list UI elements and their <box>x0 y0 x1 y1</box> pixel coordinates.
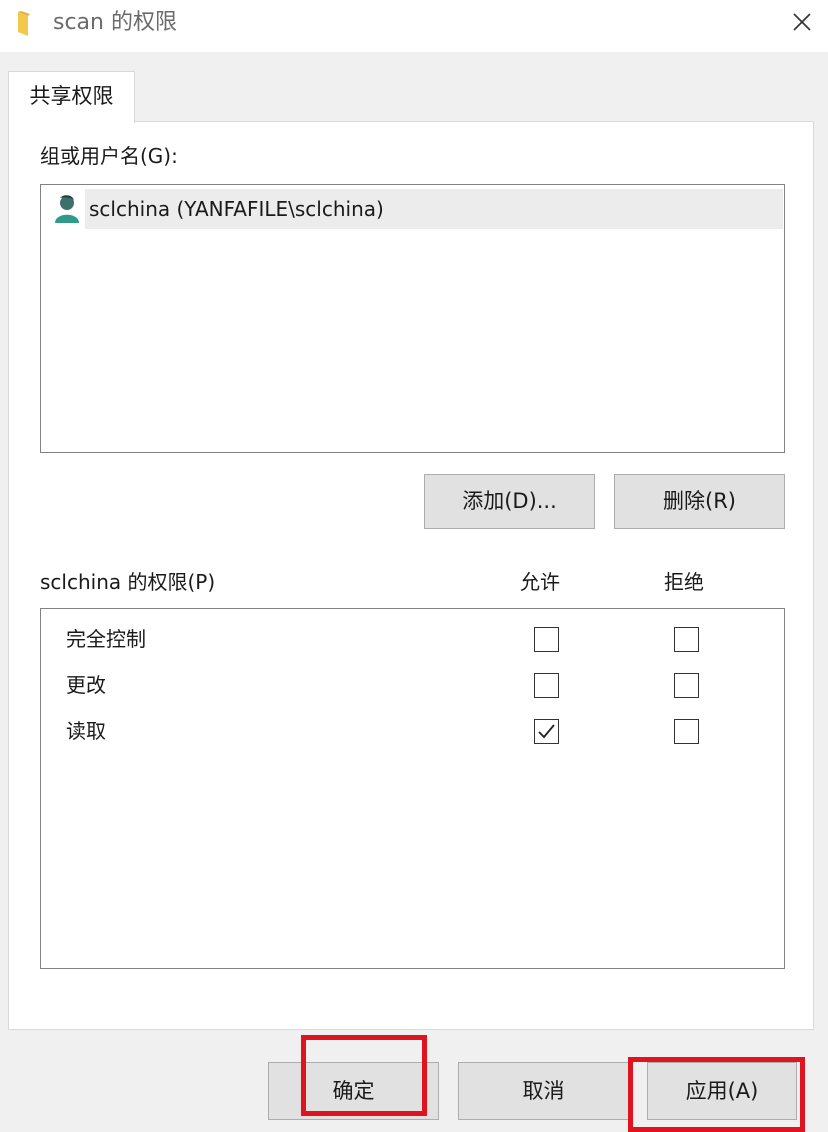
permissions-list <box>40 608 785 969</box>
allow-column-header: 允许 <box>520 570 560 594</box>
user-name: sclchina (YANFAFILE\sclchina) <box>89 197 384 221</box>
change-deny-checkbox[interactable] <box>674 673 699 698</box>
change-allow-checkbox[interactable] <box>534 673 559 698</box>
list-item-user[interactable]: sclchina (YANFAFILE\sclchina) <box>43 189 783 229</box>
user-icon <box>55 195 79 223</box>
ok-button[interactable]: 确定 <box>268 1062 439 1120</box>
checkmark-icon <box>538 724 555 739</box>
window-title: scan 的权限 <box>53 10 177 35</box>
add-button[interactable]: 添加(D)... <box>424 474 595 529</box>
title-bar: scan 的权限 <box>0 0 828 52</box>
close-button[interactable] <box>780 4 824 44</box>
close-icon <box>793 13 811 31</box>
permission-read-label: 读取 <box>66 719 106 743</box>
tab-share-permissions[interactable]: 共享权限 <box>8 71 135 123</box>
groups-label: 组或用户名(G): <box>40 144 178 168</box>
remove-button[interactable]: 删除(R) <box>614 474 785 529</box>
full-control-allow-checkbox[interactable] <box>534 627 559 652</box>
apply-button[interactable]: 应用(A) <box>647 1062 797 1120</box>
deny-column-header: 拒绝 <box>664 570 704 594</box>
cancel-button[interactable]: 取消 <box>458 1062 629 1120</box>
permission-full-control-label: 完全控制 <box>66 627 146 651</box>
permission-change-label: 更改 <box>66 673 106 697</box>
read-allow-checkbox[interactable] <box>534 719 559 744</box>
permissions-label: sclchina 的权限(P) <box>40 570 216 594</box>
folder-icon <box>18 11 30 36</box>
read-deny-checkbox[interactable] <box>674 719 699 744</box>
full-control-deny-checkbox[interactable] <box>674 627 699 652</box>
